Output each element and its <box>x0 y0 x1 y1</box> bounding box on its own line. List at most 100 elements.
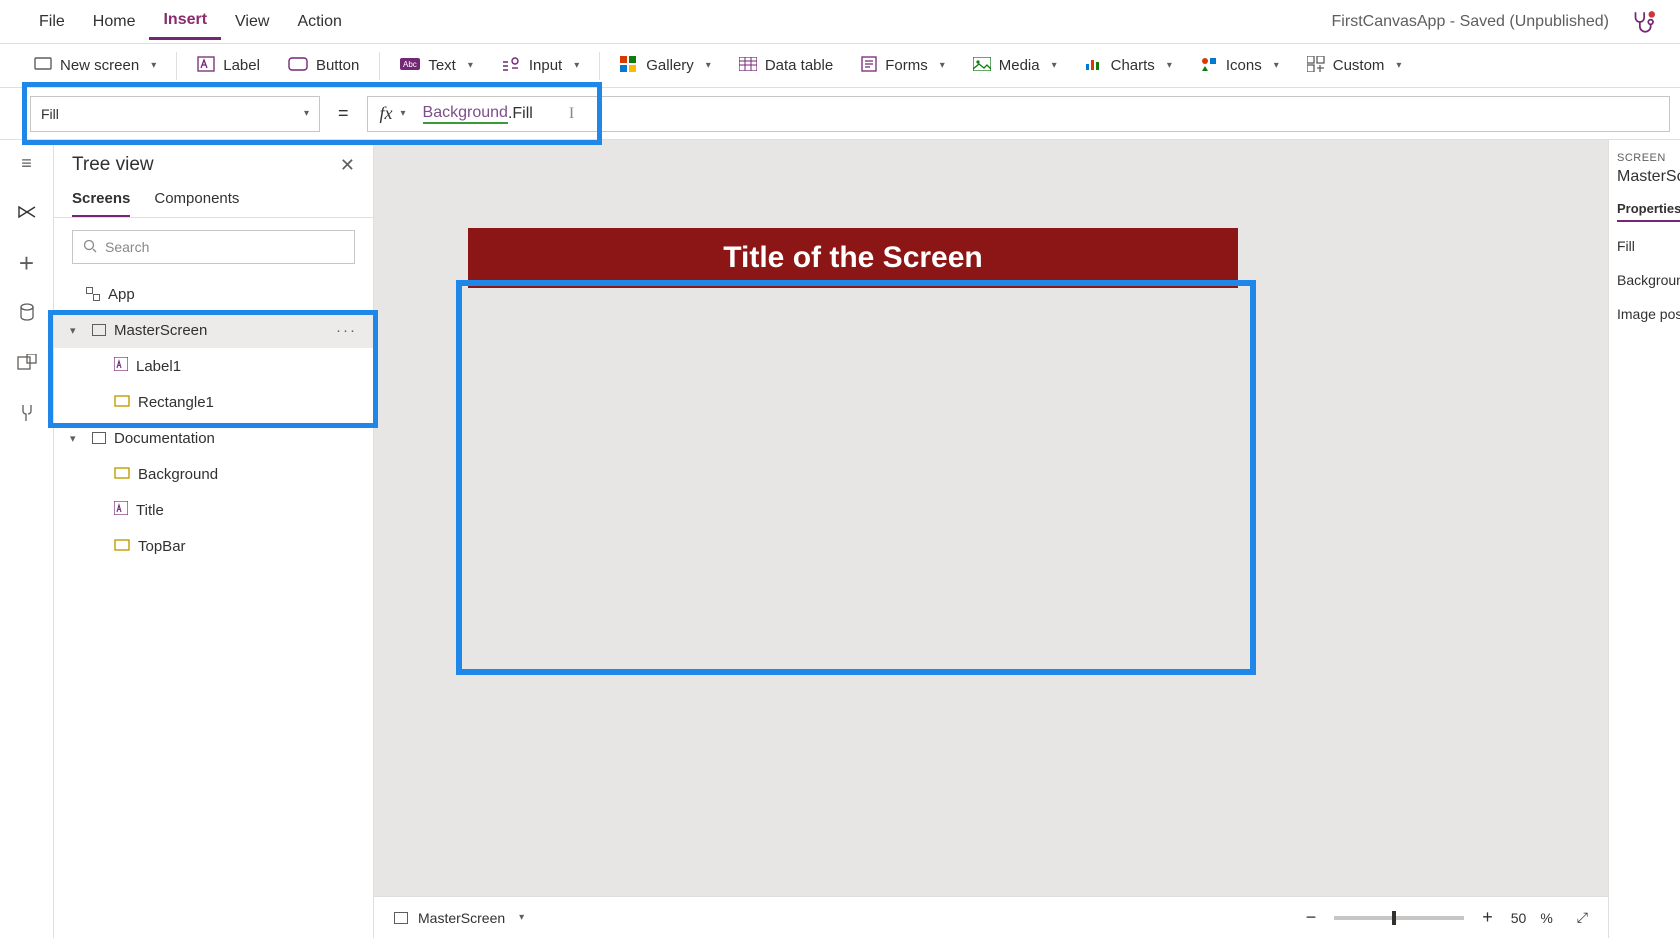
forms-label: Forms <box>885 57 928 74</box>
treeview-icon[interactable] <box>16 202 38 224</box>
datatable-button[interactable]: Data table <box>725 44 847 87</box>
gallery-icon <box>620 56 638 76</box>
menu-action[interactable]: Action <box>283 5 355 39</box>
fit-to-screen-icon[interactable]: ⤢ <box>1577 909 1588 926</box>
tree-label: Background <box>138 466 218 483</box>
icons-label: Icons <box>1226 57 1262 74</box>
tab-components[interactable]: Components <box>154 190 239 217</box>
app-checker-icon[interactable] <box>1629 9 1655 35</box>
insert-rail-icon[interactable]: + <box>16 252 38 274</box>
chevron-down-icon: ▾ <box>151 60 156 71</box>
label-button[interactable]: Label <box>183 44 274 87</box>
zoom-value: 50 <box>1511 910 1527 926</box>
tab-screens[interactable]: Screens <box>72 190 130 217</box>
chevron-down-icon: ▾ <box>1274 60 1279 71</box>
screen-icon <box>92 432 106 444</box>
rectangle-icon <box>114 466 130 483</box>
rectangle-icon <box>114 394 130 411</box>
label-icon <box>114 501 128 519</box>
tree-label: Rectangle1 <box>138 394 214 411</box>
zoom-slider[interactable] <box>1334 916 1464 920</box>
tree-item-topbar[interactable]: TopBar <box>54 528 373 564</box>
hamburger-icon[interactable]: ≡ <box>16 152 38 174</box>
fx-icon[interactable]: fx <box>376 103 397 124</box>
tree-label: TopBar <box>138 538 186 555</box>
media-label: Media <box>999 57 1040 74</box>
more-icon[interactable]: ··· <box>336 322 357 339</box>
tools-icon[interactable] <box>16 402 38 424</box>
app-icon <box>86 287 100 301</box>
zoom-out-button[interactable]: − <box>1306 907 1317 928</box>
chevron-down-icon[interactable]: ▾ <box>70 324 84 337</box>
custom-button[interactable]: Custom ▾ <box>1293 44 1416 87</box>
props-name: MasterScre <box>1617 168 1672 186</box>
input-button[interactable]: Input ▾ <box>487 44 593 87</box>
tree-item-background[interactable]: Background <box>54 456 373 492</box>
chevron-down-icon[interactable]: ▾ <box>519 912 524 923</box>
forms-button[interactable]: Forms ▾ <box>847 44 959 87</box>
media-button[interactable]: Media ▾ <box>959 44 1071 87</box>
chevron-down-icon: ▾ <box>1167 60 1172 71</box>
menu-home[interactable]: Home <box>79 5 150 39</box>
tree-label: MasterScreen <box>114 322 207 339</box>
treeview-title: Tree view <box>72 154 154 176</box>
tree-label: Documentation <box>114 430 215 447</box>
footer-screen-name[interactable]: MasterScreen <box>418 910 505 926</box>
prop-row-background-image[interactable]: Background <box>1617 272 1672 288</box>
tree-item-documentation[interactable]: ▾ Documentation <box>54 420 373 456</box>
property-value: Fill <box>41 106 59 122</box>
custom-label: Custom <box>1333 57 1385 74</box>
new-screen-button[interactable]: New screen ▾ <box>20 44 170 87</box>
input-label: Input <box>529 57 562 74</box>
formula-input[interactable]: Background.Fill I <box>413 96 1670 132</box>
tree-label: Title <box>136 502 164 519</box>
input-icon <box>501 56 521 76</box>
menu-file[interactable]: File <box>25 5 79 39</box>
prop-row-fill[interactable]: Fill <box>1617 238 1672 254</box>
search-icon <box>83 239 97 256</box>
label-icon <box>197 56 215 76</box>
menu-view[interactable]: View <box>221 5 283 39</box>
equals-label: = <box>320 103 367 124</box>
search-placeholder: Search <box>105 239 149 255</box>
screen-icon <box>394 912 408 924</box>
forms-icon <box>861 56 877 76</box>
tree-item-masterscreen[interactable]: ▾ MasterScreen ··· <box>54 312 373 348</box>
chevron-down-icon[interactable]: ▾ <box>70 432 84 445</box>
media-rail-icon[interactable] <box>16 352 38 374</box>
gallery-button[interactable]: Gallery ▾ <box>606 44 725 87</box>
button-button[interactable]: Button <box>274 44 373 87</box>
close-icon[interactable]: ✕ <box>340 155 355 176</box>
datatable-label: Data table <box>765 57 833 74</box>
text-cursor: I <box>569 105 574 123</box>
chevron-down-icon: ▾ <box>1396 60 1401 71</box>
props-type-label: SCREEN <box>1617 152 1672 164</box>
props-tab-properties[interactable]: Properties <box>1617 201 1680 222</box>
menu-insert[interactable]: Insert <box>149 3 221 40</box>
charts-button[interactable]: Charts ▾ <box>1071 44 1186 87</box>
formula-suffix: .Fill <box>508 105 533 123</box>
datatable-icon <box>739 57 757 75</box>
tree-item-title[interactable]: Title <box>54 492 373 528</box>
tree-item-label1[interactable]: Label1 <box>54 348 373 384</box>
charts-icon <box>1085 57 1103 75</box>
canvas-topbar[interactable]: Title of the Screen <box>468 228 1238 288</box>
tree-item-app[interactable]: App <box>54 276 373 312</box>
canvas-screen[interactable]: Title of the Screen <box>468 228 1238 678</box>
icons-button[interactable]: Icons ▾ <box>1186 44 1293 87</box>
property-selector[interactable]: Fill ▾ <box>30 96 320 132</box>
search-input[interactable]: Search <box>72 230 355 264</box>
gallery-label: Gallery <box>646 57 694 74</box>
tree-label: Label1 <box>136 358 181 375</box>
prop-row-image-position[interactable]: Image posit <box>1617 306 1672 322</box>
separator <box>379 52 380 80</box>
screen-icon <box>34 56 52 76</box>
data-icon[interactable] <box>16 302 38 324</box>
zoom-percent: % <box>1540 910 1552 926</box>
canvas-title-label[interactable]: Title of the Screen <box>723 241 983 275</box>
text-button[interactable]: Abc Text ▾ <box>386 44 487 87</box>
tree-item-rectangle1[interactable]: Rectangle1 <box>54 384 373 420</box>
custom-icon <box>1307 56 1325 76</box>
icons-icon <box>1200 56 1218 76</box>
zoom-in-button[interactable]: + <box>1482 907 1493 928</box>
